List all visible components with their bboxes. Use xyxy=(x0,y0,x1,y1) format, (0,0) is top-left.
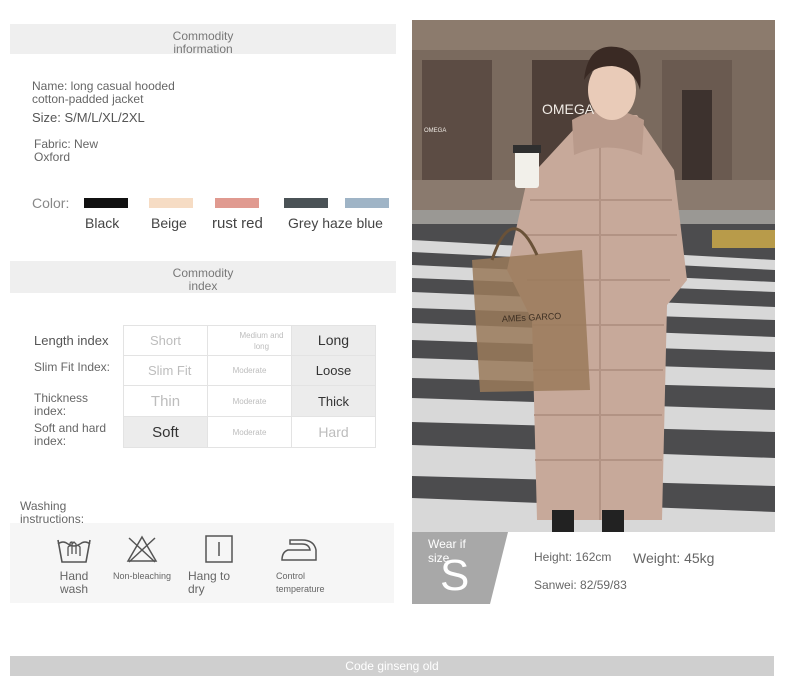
color-label: Color: xyxy=(32,195,70,211)
color-name-black: Black xyxy=(85,215,120,231)
color-swatch-blue[interactable] xyxy=(345,198,389,208)
washing-item-hand-wash: Hand wash xyxy=(52,534,96,596)
size-letter: S xyxy=(440,551,470,600)
index-option-thick: Thick xyxy=(291,385,376,417)
index-option-long: Long xyxy=(291,325,376,356)
photo-sign-omega: OMEGA xyxy=(542,101,595,117)
washing-item-hang-to-dry: Hang to dry xyxy=(188,534,238,596)
index-option-moderate-fit: Moderate xyxy=(207,355,292,386)
commodity-index-heading: Commodity index xyxy=(172,266,234,293)
color-name-rust-red: rust red xyxy=(212,215,263,232)
model-sanwei: Sanwei: 82/59/83 xyxy=(534,578,627,592)
washing-label-hang-to-dry: Hang to dry xyxy=(188,569,231,596)
washing-label-hand-wash: Hand wash xyxy=(59,569,89,596)
hang-dry-icon xyxy=(188,534,238,564)
index-label-length: Length index xyxy=(34,333,109,348)
index-label-thickness: Thickness index: xyxy=(34,391,89,418)
model-photo: OMEGA OMEGA AMEs GARCO xyxy=(412,20,775,532)
index-option-slim-fit: Slim Fit xyxy=(123,355,208,386)
color-name-grey-haze-blue: Grey haze blue xyxy=(288,215,383,231)
iron-icon xyxy=(276,534,336,564)
footer-bar: Code ginseng old xyxy=(10,656,774,676)
color-swatch-grey-haze[interactable] xyxy=(284,198,328,208)
color-swatch-rust-red[interactable] xyxy=(215,198,259,208)
non-bleach-icon xyxy=(110,534,174,564)
washing-item-control-temperature: Control temperature xyxy=(276,534,336,596)
size-banner: Wear if size S xyxy=(412,532,508,604)
hand-wash-icon xyxy=(52,534,96,564)
commodity-information-heading: Commodity information xyxy=(172,29,234,56)
color-name-beige: Beige xyxy=(151,215,187,231)
photo-sign-omega-small: OMEGA xyxy=(424,128,446,134)
index-option-short: Short xyxy=(123,325,208,356)
washing-label-non-bleaching: Non-bleaching xyxy=(112,571,172,581)
footer-label: Code ginseng old xyxy=(345,659,439,673)
product-name: Name: long casual hooded cotton-padded j… xyxy=(32,79,175,106)
washing-item-non-bleaching: Non-bleaching xyxy=(110,534,174,583)
model-height: Height: 162cm xyxy=(534,550,612,564)
index-label-slim-fit: Slim Fit Index: xyxy=(34,360,111,374)
commodity-information-header: Commodity information xyxy=(10,24,396,56)
index-option-hard: Hard xyxy=(291,416,376,448)
color-swatch-black[interactable] xyxy=(84,198,128,208)
model-weight: Weight: 45kg xyxy=(633,550,715,566)
color-swatch-beige[interactable] xyxy=(149,198,193,208)
index-option-loose: Loose xyxy=(291,355,376,386)
index-option-moderate-hardness: Moderate xyxy=(207,416,292,448)
index-label-soft-hard: Soft and hard index: xyxy=(34,421,107,448)
index-option-medium-long: Medium and long xyxy=(207,325,292,356)
commodity-index-header: Commodity index xyxy=(10,261,396,293)
index-option-thin: Thin xyxy=(123,385,208,417)
index-option-moderate-thickness: Moderate xyxy=(207,385,292,417)
washing-label-control-temperature: Control temperature xyxy=(276,571,325,594)
product-size: Size: S/M/L/XL/2XL xyxy=(32,110,145,125)
product-fabric: Fabric: New Oxford xyxy=(34,137,99,164)
index-option-soft: Soft xyxy=(123,416,208,448)
